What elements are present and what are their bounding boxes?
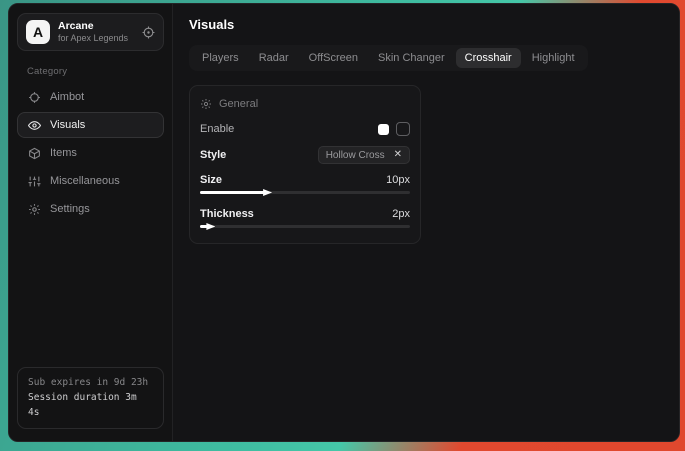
box-icon [28, 147, 41, 160]
tab-skin-changer[interactable]: Skin Changer [369, 48, 454, 68]
size-row: Size 10px [200, 174, 410, 186]
sub-expires-text: Sub expires in 9d 23h [28, 375, 153, 390]
tab-crosshair[interactable]: Crosshair [456, 48, 521, 68]
eye-icon [28, 119, 41, 132]
style-select[interactable]: Hollow Cross ✕ [318, 146, 410, 164]
tab-offscreen[interactable]: OffScreen [300, 48, 367, 68]
size-label: Size [200, 174, 222, 186]
app-identity: Arcane for Apex Legends [58, 20, 134, 44]
sidebar-item-label: Miscellaneous [50, 175, 120, 187]
sidebar-item-label: Items [50, 147, 77, 159]
thickness-row: Thickness 2px [200, 208, 410, 220]
sidebar-item-items[interactable]: Items [17, 140, 164, 166]
sidebar-item-label: Aimbot [50, 91, 84, 103]
enable-label: Enable [200, 123, 234, 135]
session-duration-text: Session duration 3m 4s [28, 390, 153, 420]
thickness-slider[interactable] [200, 223, 410, 230]
enable-checkbox[interactable] [396, 122, 410, 136]
app-name: Arcane [58, 20, 134, 33]
app-subtitle: for Apex Legends [58, 33, 134, 44]
main-content: Visuals Players Radar OffScreen Skin Cha… [173, 4, 679, 441]
page-title: Visuals [189, 17, 663, 32]
visuals-tabbar: Players Radar OffScreen Skin Changer Cro… [189, 45, 588, 71]
gear-icon [28, 203, 41, 216]
sidebar-item-aimbot[interactable]: Aimbot [17, 84, 164, 110]
sidebar-item-miscellaneous[interactable]: Miscellaneous [17, 168, 164, 194]
gear-icon [200, 98, 212, 110]
clear-icon[interactable]: ✕ [394, 150, 402, 160]
panel-header: General [200, 98, 410, 110]
target-icon[interactable] [142, 26, 155, 39]
tab-players[interactable]: Players [193, 48, 248, 68]
style-row: Style Hollow Cross ✕ [200, 146, 410, 164]
enable-row: Enable [200, 122, 410, 136]
slider-fill [200, 191, 265, 194]
size-slider[interactable] [200, 189, 410, 196]
logo-card: A Arcane for Apex Legends [17, 13, 164, 51]
size-value: 10px [386, 174, 410, 186]
tab-highlight[interactable]: Highlight [523, 48, 584, 68]
sidebar-item-label: Settings [50, 203, 90, 215]
sidebar-item-label: Visuals [50, 119, 85, 131]
style-label: Style [200, 149, 226, 161]
tab-radar[interactable]: Radar [250, 48, 298, 68]
slider-track [200, 225, 410, 228]
app-window: A Arcane for Apex Legends Category Aimbo… [8, 3, 680, 442]
panel-title: General [219, 98, 258, 110]
crosshair-icon [28, 91, 41, 104]
category-label: Category [27, 66, 154, 77]
thickness-value: 2px [392, 208, 410, 220]
color-swatch[interactable] [378, 124, 389, 135]
subscription-card: Sub expires in 9d 23h Session duration 3… [17, 367, 164, 429]
sidebar-item-settings[interactable]: Settings [17, 196, 164, 222]
sliders-icon [28, 175, 41, 188]
sidebar-item-visuals[interactable]: Visuals [17, 112, 164, 138]
style-value: Hollow Cross [326, 150, 385, 161]
sidebar: A Arcane for Apex Legends Category Aimbo… [9, 4, 173, 441]
app-logo: A [26, 20, 50, 44]
thickness-label: Thickness [200, 208, 254, 220]
general-panel: General Enable Style Hollow Cross ✕ Size… [189, 85, 421, 244]
